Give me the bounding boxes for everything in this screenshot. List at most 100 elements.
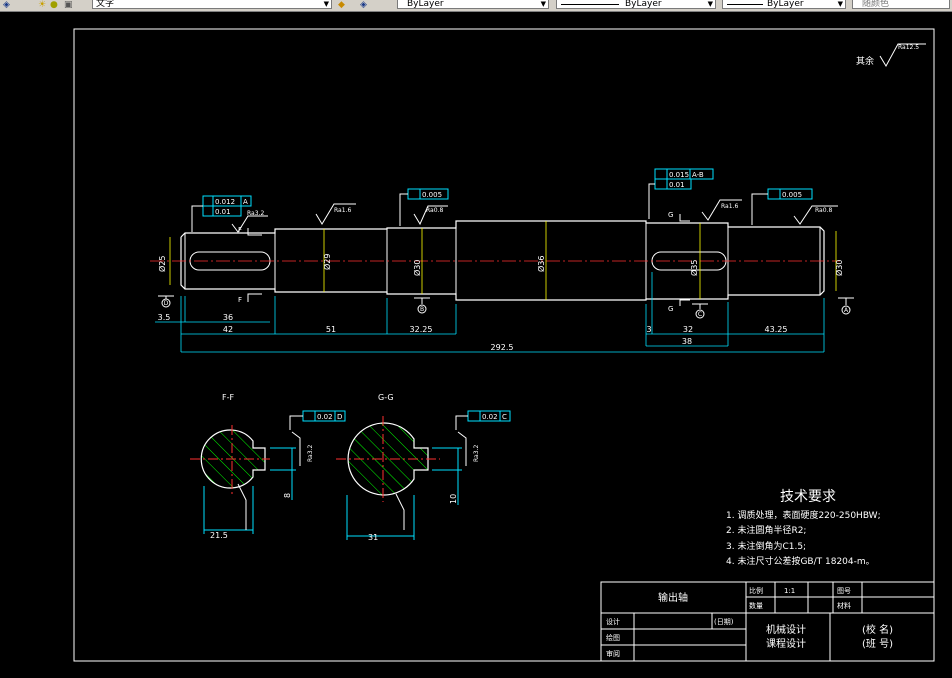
dim-32-25: 32.25 bbox=[410, 325, 433, 334]
dia-30-label: Ø30 bbox=[412, 260, 422, 276]
title-block: 输出轴 比例 1:1 图号 数量 材料 设计 (日期) 绘图 审阅 机械设计 课… bbox=[600, 581, 935, 662]
class-label: (班 号) bbox=[862, 638, 893, 650]
fcf-mid: 0.005 Ra1.6 Ra0.8 bbox=[315, 188, 449, 226]
fcf-sym-g-ref: C bbox=[502, 413, 507, 421]
tech-item-4: 4. 未注尺寸公差按GB/T 18204-m。 bbox=[726, 555, 875, 567]
scale-label: 比例 bbox=[749, 586, 763, 595]
chevron-down-icon: ▼ bbox=[540, 0, 546, 8]
ra-sec-g: Ra3.2 bbox=[473, 445, 480, 462]
fcf-right-runout: 0.015 bbox=[669, 171, 689, 179]
part-name: 输出轴 bbox=[658, 591, 688, 604]
dim-3-5: 3.5 bbox=[158, 313, 171, 322]
dia-25-label: Ø25 bbox=[157, 256, 167, 272]
fcf-mid-runout: 0.005 bbox=[422, 191, 442, 199]
dia-30-right-label: Ø30 bbox=[834, 260, 844, 276]
drawing-no-label: 图号 bbox=[837, 587, 851, 595]
ra-sec-f: Ra3.2 bbox=[307, 445, 314, 462]
lineweight-control-select[interactable]: ByLayer ▼ bbox=[722, 0, 846, 9]
linetype-value: ByLayer bbox=[625, 0, 662, 9]
date-label: (日期) bbox=[714, 618, 734, 626]
chevron-down-icon: ▼ bbox=[707, 0, 713, 8]
dim-32: 32 bbox=[683, 325, 693, 334]
fcf-left: 0.012 A 0.01 Ra3.2 bbox=[191, 195, 268, 233]
plot-style-select[interactable]: 随颜色 bbox=[852, 0, 950, 9]
linetype-control-select[interactable]: ByLayer ▼ bbox=[556, 0, 716, 9]
datum-markers bbox=[158, 295, 854, 319]
color-control-select[interactable]: ByLayer ▼ bbox=[397, 0, 549, 9]
lineweight-value: ByLayer bbox=[767, 0, 804, 9]
chevron-down-icon: ▼ bbox=[837, 0, 843, 8]
text-style-value: 文字 bbox=[96, 0, 115, 9]
plot-style-value: 随颜色 bbox=[862, 0, 890, 9]
layer-color-icon[interactable]: ▣ bbox=[64, 0, 73, 10]
ra-right: Ra1.6 bbox=[721, 203, 738, 210]
fcf-left-cyl: 0.01 bbox=[215, 208, 231, 216]
dia-35-label: Ø35 bbox=[689, 260, 699, 276]
tech-item-3: 3. 未注倒角为C1.5; bbox=[726, 540, 806, 552]
section-g: G-G 31 10 0.02 C Ra3.2 bbox=[336, 393, 511, 542]
section-f-title: F-F bbox=[222, 393, 234, 402]
ra-end: Ra0.8 bbox=[815, 207, 832, 214]
fcf-left-runout: 0.012 bbox=[215, 198, 235, 206]
course-line-1: 机械设计 bbox=[766, 623, 806, 636]
course-line-2: 课程设计 bbox=[766, 637, 806, 650]
tech-title: 技术要求 bbox=[780, 489, 836, 505]
drawn-label: 绘图 bbox=[606, 633, 620, 642]
shaft-main-view bbox=[150, 220, 840, 301]
checked-label: 审阅 bbox=[606, 649, 620, 658]
fcf-end: 0.005 Ra0.8 bbox=[751, 188, 838, 225]
default-roughness: 其余 Ra12.5 bbox=[856, 43, 926, 68]
dim-51: 51 bbox=[326, 325, 336, 334]
tech-item-2: 2. 未注圆角半径R2; bbox=[726, 524, 806, 536]
quantity-label: 数量 bbox=[749, 601, 763, 610]
section-g-title: G-G bbox=[378, 393, 394, 402]
school-label: (校 名) bbox=[862, 623, 893, 636]
fcf-end-runout: 0.005 bbox=[782, 191, 802, 199]
lineweight-preview bbox=[727, 4, 763, 5]
text-style-select[interactable]: 文字 ▼ bbox=[92, 0, 332, 9]
ra-mid-1: Ra1.6 bbox=[334, 207, 351, 214]
cut-g-bottom: G bbox=[668, 305, 673, 313]
dia-29-label: Ø29 bbox=[322, 254, 332, 270]
fcf-right-cyl: 0.01 bbox=[669, 181, 685, 189]
design-label: 设计 bbox=[606, 617, 620, 626]
fcf-sym-g: 0.02 bbox=[482, 413, 498, 421]
datum-d: D bbox=[164, 300, 169, 307]
roughness-default-value: Ra12.5 bbox=[898, 44, 919, 51]
fcf-sym-f-ref: D bbox=[337, 413, 342, 421]
ra-mid-2: Ra0.8 bbox=[426, 207, 443, 214]
material-label: 材料 bbox=[837, 601, 851, 610]
make-current-icon[interactable]: ◆ bbox=[338, 0, 345, 10]
roughness-default-prefix: 其余 bbox=[856, 55, 874, 67]
sec-g-width: 31 bbox=[368, 533, 378, 542]
lock-icon[interactable]: ● bbox=[50, 0, 58, 10]
chevron-down-icon: ▼ bbox=[323, 0, 329, 8]
scale-value: 1:1 bbox=[784, 587, 795, 595]
dim-total: 292.5 bbox=[491, 343, 514, 352]
linetype-preview bbox=[561, 4, 619, 5]
sec-f-width: 21.5 bbox=[210, 531, 228, 540]
fcf-right-ref: A-B bbox=[692, 171, 704, 179]
dim-36: 36 bbox=[223, 313, 233, 322]
fcf-right: 0.015 A-B 0.01 Ra1.6 bbox=[648, 168, 742, 221]
datum-c: C bbox=[698, 311, 702, 318]
dim-3: 3 bbox=[646, 325, 651, 334]
dia-36-label: Ø36 bbox=[536, 256, 546, 272]
length-dimension-lines bbox=[155, 272, 825, 353]
tech-requirements: 技术要求 1. 调质处理，表面硬度220-250HBW; 2. 未注圆角半径R2… bbox=[726, 489, 881, 567]
fcf-left-ref: A bbox=[243, 198, 248, 206]
datum-b: B bbox=[420, 306, 424, 313]
cut-g-top: G bbox=[668, 211, 673, 219]
fcf-sym-f: 0.02 bbox=[317, 413, 333, 421]
cut-f-bottom: F bbox=[238, 296, 242, 304]
dim-43-25: 43.25 bbox=[765, 325, 788, 334]
layer-previous-icon[interactable]: ◈ bbox=[360, 0, 367, 10]
sec-g-key: 10 bbox=[449, 494, 458, 504]
sec-f-key: 8 bbox=[283, 493, 292, 498]
ra-left: Ra3.2 bbox=[247, 210, 264, 217]
dim-42: 42 bbox=[223, 325, 233, 334]
tech-item-1: 1. 调质处理，表面硬度220-250HBW; bbox=[726, 509, 881, 521]
layer-manager-icon[interactable]: ◈ bbox=[3, 0, 10, 10]
drawing-canvas[interactable]: 其余 Ra12.5 Ø25 Ø29 Ø30 Ø36 Ø35 Ø30 3.5 36… bbox=[0, 12, 952, 678]
layer-state-icon[interactable]: ☀ bbox=[38, 0, 46, 10]
